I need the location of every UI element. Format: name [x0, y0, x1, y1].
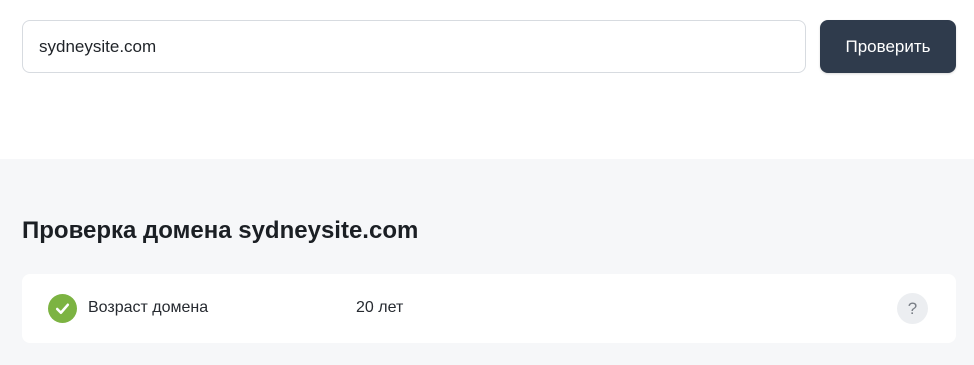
results-title: Проверка домена sydneysite.com: [22, 217, 419, 244]
checkmark-glyph: [55, 303, 70, 315]
check-circle-icon: [48, 294, 77, 323]
metric-value: 20 лет: [356, 299, 404, 316]
domain-input[interactable]: [22, 20, 806, 73]
result-row-domain-age: Возраст домена 20 лет ?: [22, 274, 956, 343]
results-section: Проверка домена sydneysite.com Возраст д…: [0, 159, 974, 365]
check-button[interactable]: Проверить: [820, 20, 956, 73]
domain-search-bar: Проверить: [22, 20, 956, 73]
metric-label: Возраст домена: [88, 299, 209, 316]
help-icon[interactable]: ?: [897, 293, 928, 324]
